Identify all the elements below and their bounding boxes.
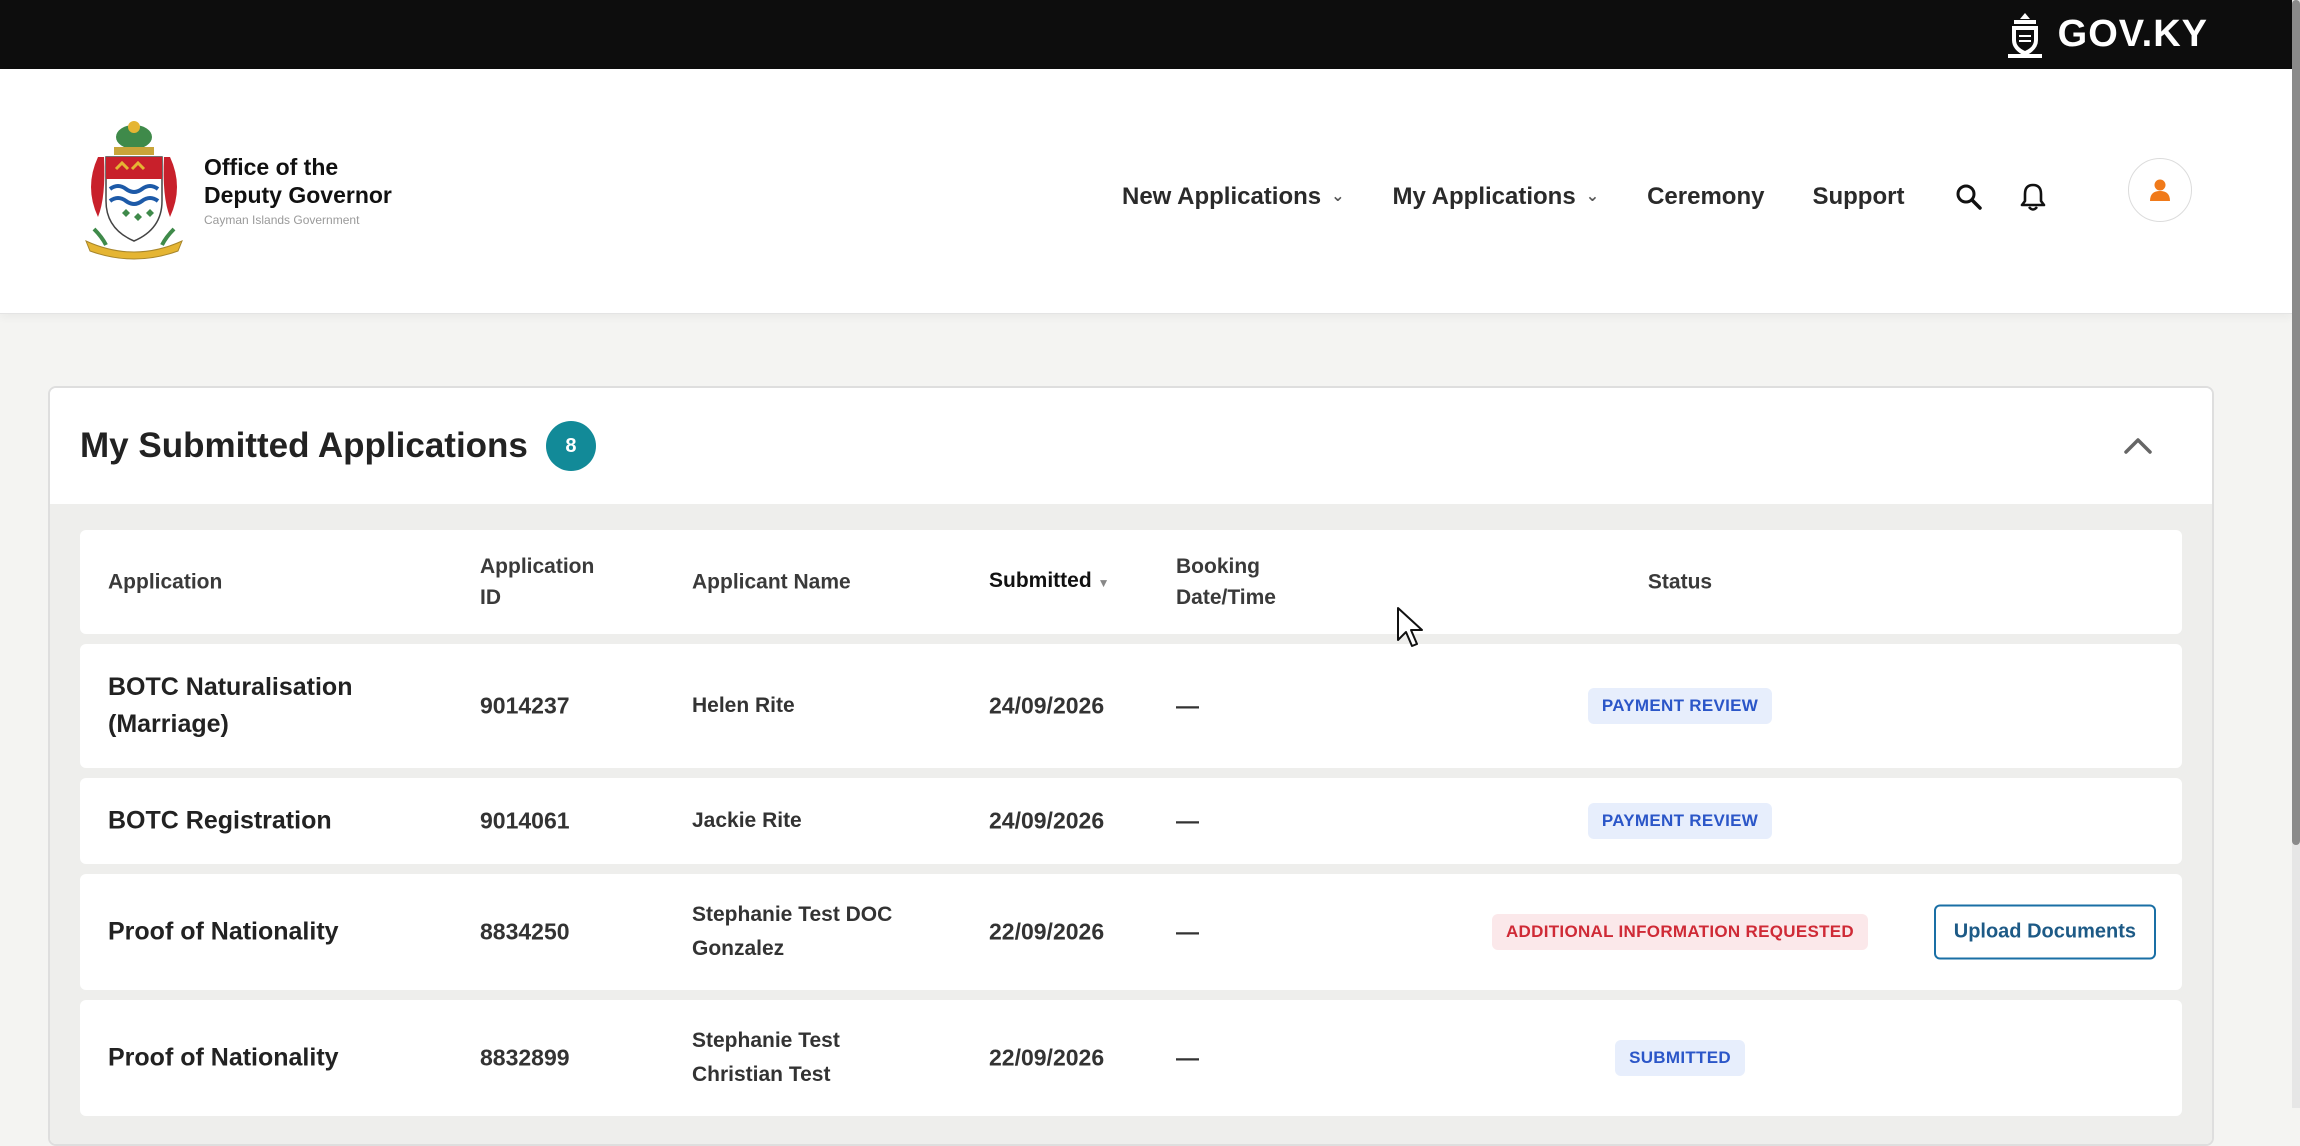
user-menu-button[interactable]	[2128, 158, 2192, 222]
mouse-cursor-icon	[1397, 607, 1423, 647]
chevron-down-icon: ⌄	[1331, 188, 1345, 205]
table-row[interactable]: Proof of Nationality 8834250 Stephanie T…	[80, 874, 2182, 990]
logo-subtitle: Cayman Islands Government	[204, 213, 360, 227]
site-header: Office of the Deputy Governor Cayman Isl…	[0, 69, 2292, 314]
status-cell: SUBMITTED	[1330, 1040, 2030, 1076]
col-application-id: Application ID	[480, 555, 595, 609]
crest-icon	[2007, 12, 2042, 58]
applicant-name: Stephanie Test Christian Test	[692, 1029, 840, 1086]
nav-new-applications-label: New Applications	[1122, 183, 1322, 210]
table-row[interactable]: BOTC Naturalisation (Marriage) 9014237 H…	[80, 644, 2182, 768]
submitted-date: 22/09/2026	[989, 1044, 1105, 1071]
applicant-name: Jackie Rite	[692, 809, 802, 832]
application-name: BOTC Naturalisation (Marriage)	[108, 673, 353, 738]
nav-new-applications[interactable]: New Applications ⌄	[1122, 183, 1345, 211]
logo-title-line1: Office of the	[204, 154, 339, 180]
applications-table: Application Application ID Applicant Nam…	[50, 504, 2212, 1144]
submitted-date: 24/09/2026	[989, 807, 1105, 834]
status-cell: ADDITIONAL INFORMATION REQUESTED	[1330, 914, 2030, 950]
action-cell: Upload Documents	[1933, 904, 2156, 960]
logo-title-line2: Deputy Governor	[204, 182, 392, 208]
count-badge: 8	[545, 421, 596, 471]
status-badge: PAYMENT REVIEW	[1587, 803, 1773, 839]
main-nav: New Applications ⌄ My Applications ⌄ Cer…	[1122, 173, 2080, 221]
nav-support-label: Support	[1812, 183, 1905, 210]
search-icon	[1956, 184, 1983, 210]
nav-my-applications-label: My Applications	[1392, 183, 1576, 210]
status-badge: SUBMITTED	[1615, 1040, 1745, 1076]
gov-ky-link[interactable]: GOV.KY	[2002, 10, 2208, 60]
sort-down-icon: ▼	[1097, 576, 1110, 590]
bell-icon	[2021, 183, 2046, 211]
col-submitted-label: Submitted	[989, 569, 1092, 592]
application-name: Proof of Nationality	[108, 917, 339, 946]
submitted-date: 24/09/2026	[989, 692, 1105, 719]
booking-date: —	[1176, 807, 1199, 834]
application-id: 8834250	[480, 918, 570, 945]
card-header: My Submitted Applications 8	[50, 388, 2212, 504]
nav-ceremony[interactable]: Ceremony	[1647, 183, 1764, 211]
upload-documents-button[interactable]: Upload Documents	[1933, 904, 2156, 960]
gov-ky-brand: GOV.KY	[2057, 13, 2208, 55]
col-status: Status	[1647, 570, 1713, 594]
scrollbar-thumb[interactable]	[2292, 0, 2300, 845]
nav-my-applications[interactable]: My Applications ⌄	[1393, 183, 1600, 211]
application-id: 8832899	[480, 1044, 570, 1071]
notifications-button[interactable]	[2016, 180, 2050, 214]
booking-date: —	[1176, 1044, 1199, 1071]
col-submitted[interactable]: Submitted ▼	[989, 565, 1149, 599]
status-cell: PAYMENT REVIEW	[1330, 803, 2030, 839]
chevron-up-icon[interactable]	[2120, 428, 2156, 464]
application-id: 9014061	[480, 807, 570, 834]
nav-ceremony-label: Ceremony	[1647, 183, 1765, 210]
card-title: My Submitted Applications	[80, 426, 528, 465]
applicant-name: Stephanie Test DOC Gonzalez	[692, 903, 893, 960]
user-icon	[2150, 179, 2170, 201]
site-logo[interactable]: Office of the Deputy Governor Cayman Isl…	[76, 117, 392, 263]
booking-date: —	[1176, 918, 1199, 945]
application-id: 9014237	[480, 692, 570, 719]
coat-of-arms-icon	[85, 121, 183, 260]
submitted-date: 22/09/2026	[989, 918, 1105, 945]
applicant-name: Helen Rite	[692, 694, 795, 717]
col-application: Application	[108, 570, 223, 594]
chevron-down-icon: ⌄	[1585, 188, 1600, 205]
col-applicant-name: Applicant Name	[692, 570, 851, 594]
status-badge: ADDITIONAL INFORMATION REQUESTED	[1491, 914, 1869, 950]
application-name: Proof of Nationality	[108, 1043, 339, 1072]
status-cell: PAYMENT REVIEW	[1330, 688, 2030, 724]
gov-topbar: GOV.KY	[0, 0, 2292, 69]
table-row[interactable]: BOTC Registration 9014061 Jackie Rite 24…	[80, 778, 2182, 864]
search-button[interactable]	[1952, 180, 1986, 214]
table-row[interactable]: Proof of Nationality 8832899 Stephanie T…	[80, 1000, 2182, 1116]
table-header: Application Application ID Applicant Nam…	[80, 530, 2182, 634]
application-name: BOTC Registration	[108, 806, 332, 835]
page-scrollbar[interactable]	[2292, 0, 2300, 1108]
col-booking: Booking Date/Time	[1176, 555, 1276, 609]
nav-support[interactable]: Support	[1812, 183, 1904, 211]
submitted-applications-card: My Submitted Applications 8 Application …	[48, 386, 2214, 1146]
booking-date: —	[1176, 692, 1199, 719]
status-badge: PAYMENT REVIEW	[1587, 688, 1773, 724]
